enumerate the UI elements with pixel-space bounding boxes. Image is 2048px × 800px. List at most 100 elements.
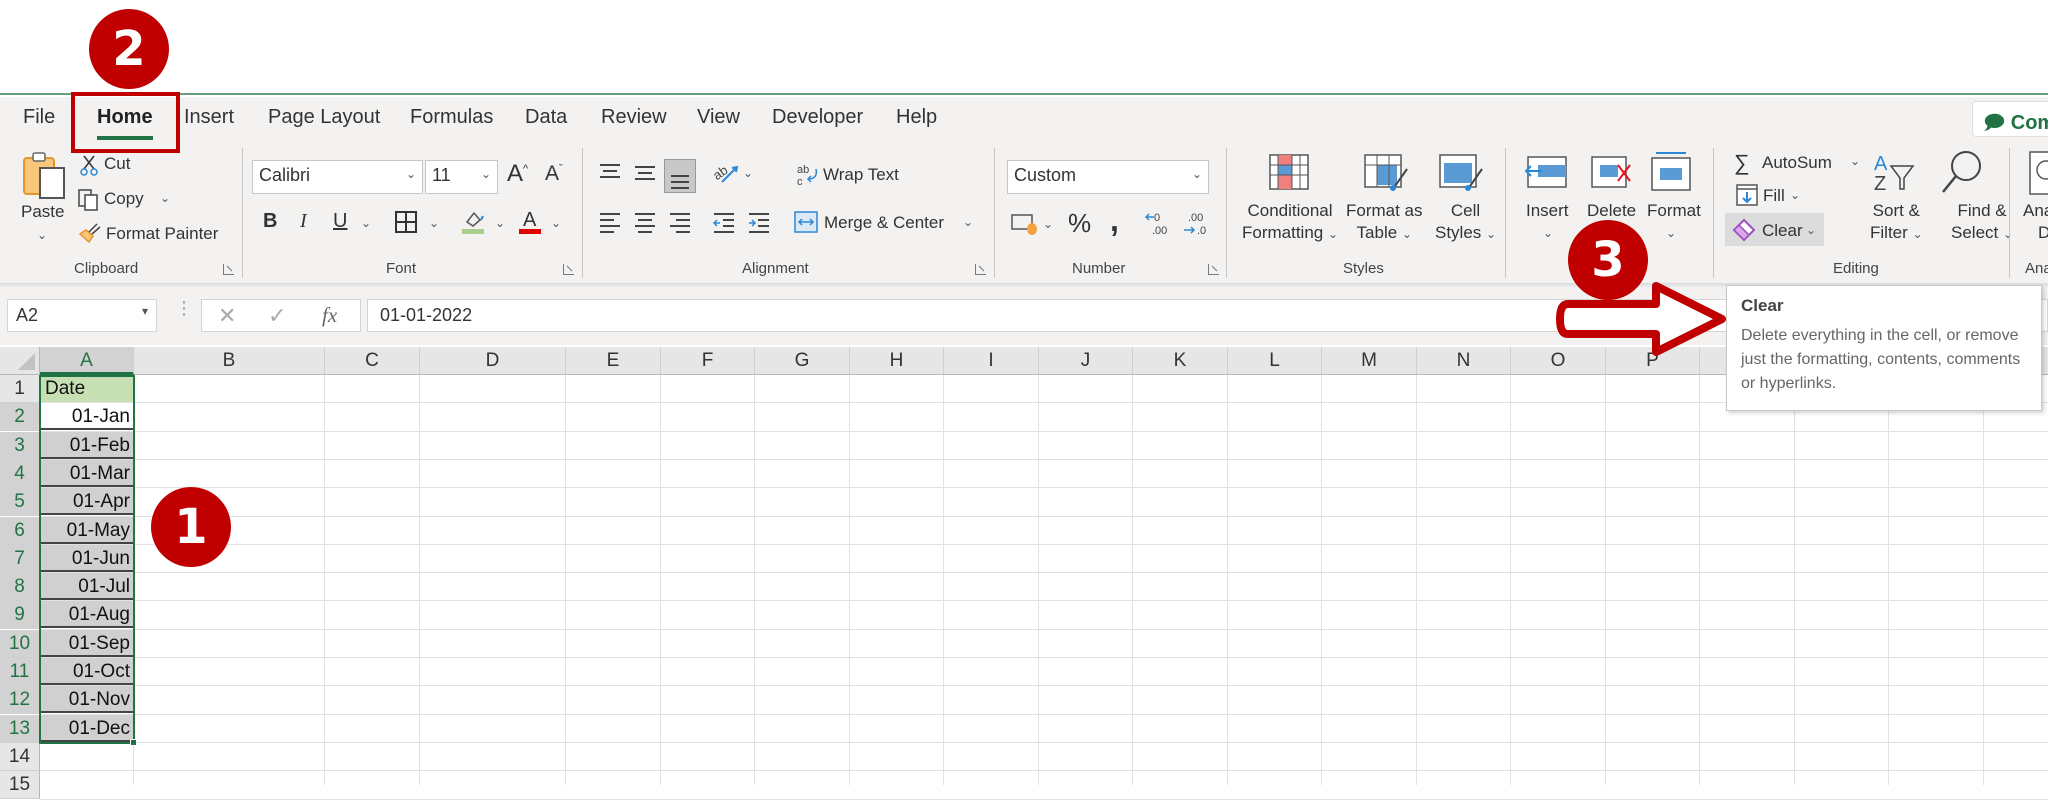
- top-align-icon[interactable]: [598, 162, 622, 187]
- paste-dropdown-chevron[interactable]: ⌄: [37, 228, 47, 242]
- cell-a1-header[interactable]: Date: [41, 375, 134, 402]
- cell-a9[interactable]: 01-Aug: [41, 601, 134, 628]
- cell-a4[interactable]: 01-Mar: [41, 460, 134, 487]
- column-header-b[interactable]: B: [134, 347, 325, 375]
- font-color-dropdown-chevron[interactable]: ⌄: [551, 216, 561, 230]
- accounting-format-icon[interactable]: [1010, 211, 1040, 242]
- worksheet-grid[interactable]: [0, 347, 2048, 785]
- fill-color-dropdown-chevron[interactable]: ⌄: [495, 216, 505, 230]
- autosum-dropdown-chevron[interactable]: ⌄: [1850, 154, 1860, 168]
- delete-cells-button[interactable]: Delete: [1587, 201, 1636, 221]
- format-cells-button[interactable]: Format: [1647, 201, 1701, 221]
- align-center-icon[interactable]: [633, 211, 657, 238]
- cell-a2[interactable]: 01-Jan: [41, 403, 134, 430]
- row-header-13[interactable]: 13: [0, 715, 40, 743]
- enter-icon[interactable]: ✓: [268, 303, 286, 329]
- cell-a12[interactable]: 01-Nov: [41, 686, 134, 713]
- row-header-8[interactable]: 8: [0, 573, 40, 601]
- paste-button[interactable]: Paste: [21, 202, 64, 222]
- cell-a11[interactable]: 01-Oct: [41, 658, 134, 685]
- cell-a13[interactable]: 01-Dec: [41, 715, 134, 742]
- percent-style-button[interactable]: %: [1068, 208, 1091, 239]
- name-box[interactable]: A2 ▾: [7, 299, 157, 332]
- font-name-combobox[interactable]: Calibri ⌄: [252, 160, 423, 194]
- align-right-icon[interactable]: [668, 211, 692, 238]
- row-header-5[interactable]: 5: [0, 488, 40, 516]
- row-header-14[interactable]: 14: [0, 743, 40, 771]
- row-header-6[interactable]: 6: [0, 517, 40, 545]
- underline-dropdown-chevron[interactable]: ⌄: [361, 216, 371, 230]
- tab-review[interactable]: Review: [601, 106, 667, 129]
- align-left-icon[interactable]: [598, 211, 622, 238]
- column-header-l[interactable]: L: [1228, 347, 1322, 375]
- format-as-table-button[interactable]: Format as Table ⌄: [1346, 201, 1423, 243]
- row-header-11[interactable]: 11: [0, 658, 40, 686]
- copy-dropdown-chevron[interactable]: ⌄: [160, 191, 170, 205]
- increase-decimal-icon[interactable]: 0.00: [1144, 210, 1172, 243]
- format-dropdown-chevron[interactable]: ⌄: [1666, 226, 1676, 240]
- row-header-7[interactable]: 7: [0, 545, 40, 573]
- select-all-button[interactable]: [0, 347, 40, 375]
- cell-a10[interactable]: 01-Sep: [41, 630, 134, 657]
- cell-styles-button[interactable]: Cell Styles ⌄: [1435, 201, 1496, 243]
- cell-a6[interactable]: 01-May: [41, 517, 134, 544]
- clear-dropdown-chevron[interactable]: ⌄: [1806, 223, 1816, 237]
- bold-button[interactable]: B: [263, 210, 277, 233]
- tab-insert[interactable]: Insert: [184, 106, 234, 129]
- font-color-icon[interactable]: A: [518, 207, 544, 242]
- comments-button[interactable]: 🗩 Com: [1972, 101, 2048, 137]
- column-header-c[interactable]: C: [325, 347, 420, 375]
- column-header-d[interactable]: D: [420, 347, 566, 375]
- tab-page-layout[interactable]: Page Layout: [268, 106, 380, 129]
- orientation-dropdown-chevron[interactable]: ⌄: [743, 166, 753, 180]
- orientation-icon[interactable]: ab: [710, 160, 742, 191]
- cell-a7[interactable]: 01-Jun: [41, 545, 134, 572]
- column-header-h[interactable]: H: [850, 347, 944, 375]
- row-header-4[interactable]: 4: [0, 460, 40, 488]
- insert-function-icon[interactable]: fx: [322, 303, 337, 328]
- column-header-f[interactable]: F: [661, 347, 755, 375]
- borders-dropdown-chevron[interactable]: ⌄: [429, 216, 439, 230]
- merge-center-dropdown-chevron[interactable]: ⌄: [963, 215, 973, 229]
- sort-filter-button[interactable]: Sort & Filter ⌄: [1870, 201, 1923, 243]
- fill-button[interactable]: Fill: [1763, 186, 1785, 206]
- row-header-9[interactable]: 9: [0, 601, 40, 629]
- accounting-dropdown-chevron[interactable]: ⌄: [1043, 217, 1053, 231]
- conditional-formatting-button[interactable]: Conditional Formatting ⌄: [1242, 201, 1338, 243]
- font-dialog-launcher[interactable]: [563, 264, 574, 275]
- cell-a5[interactable]: 01-Apr: [41, 488, 134, 515]
- column-header-m[interactable]: M: [1322, 347, 1417, 375]
- row-header-1[interactable]: 1: [0, 375, 40, 403]
- fill-color-icon[interactable]: [461, 208, 487, 241]
- decrease-font-size-button[interactable]: Aˇ: [545, 162, 563, 186]
- column-header-j[interactable]: J: [1039, 347, 1133, 375]
- column-header-i[interactable]: I: [944, 347, 1039, 375]
- comma-style-button[interactable]: ,: [1110, 202, 1119, 239]
- tab-developer[interactable]: Developer: [772, 106, 863, 129]
- clear-button[interactable]: Clear: [1762, 221, 1803, 241]
- row-header-3[interactable]: 3: [0, 432, 40, 460]
- wrap-text-button[interactable]: Wrap Text: [823, 165, 899, 185]
- column-header-k[interactable]: K: [1133, 347, 1228, 375]
- insert-dropdown-chevron[interactable]: ⌄: [1543, 226, 1553, 240]
- merge-center-button[interactable]: Merge & Center: [824, 213, 944, 233]
- tab-view[interactable]: View: [697, 106, 740, 129]
- insert-cells-button[interactable]: Insert: [1526, 201, 1569, 221]
- increase-font-size-button[interactable]: A^: [507, 160, 528, 188]
- tab-data[interactable]: Data: [525, 106, 567, 129]
- row-header-10[interactable]: 10: [0, 630, 40, 658]
- clipboard-dialog-launcher[interactable]: [223, 264, 234, 275]
- format-painter-button[interactable]: Format Painter: [106, 224, 218, 244]
- fill-handle[interactable]: [130, 739, 137, 746]
- tab-formulas[interactable]: Formulas: [410, 106, 493, 129]
- column-header-e[interactable]: E: [566, 347, 661, 375]
- find-select-button[interactable]: Find & Select ⌄: [1951, 201, 2013, 243]
- analyze-data-button[interactable]: Ana D: [2023, 201, 2048, 243]
- borders-icon[interactable]: [394, 210, 418, 239]
- column-header-n[interactable]: N: [1417, 347, 1511, 375]
- autosum-button[interactable]: AutoSum: [1762, 153, 1832, 173]
- cell-a8[interactable]: 01-Jul: [41, 573, 134, 600]
- column-header-g[interactable]: G: [755, 347, 850, 375]
- italic-button[interactable]: I: [300, 210, 307, 233]
- increase-indent-icon[interactable]: [747, 211, 771, 238]
